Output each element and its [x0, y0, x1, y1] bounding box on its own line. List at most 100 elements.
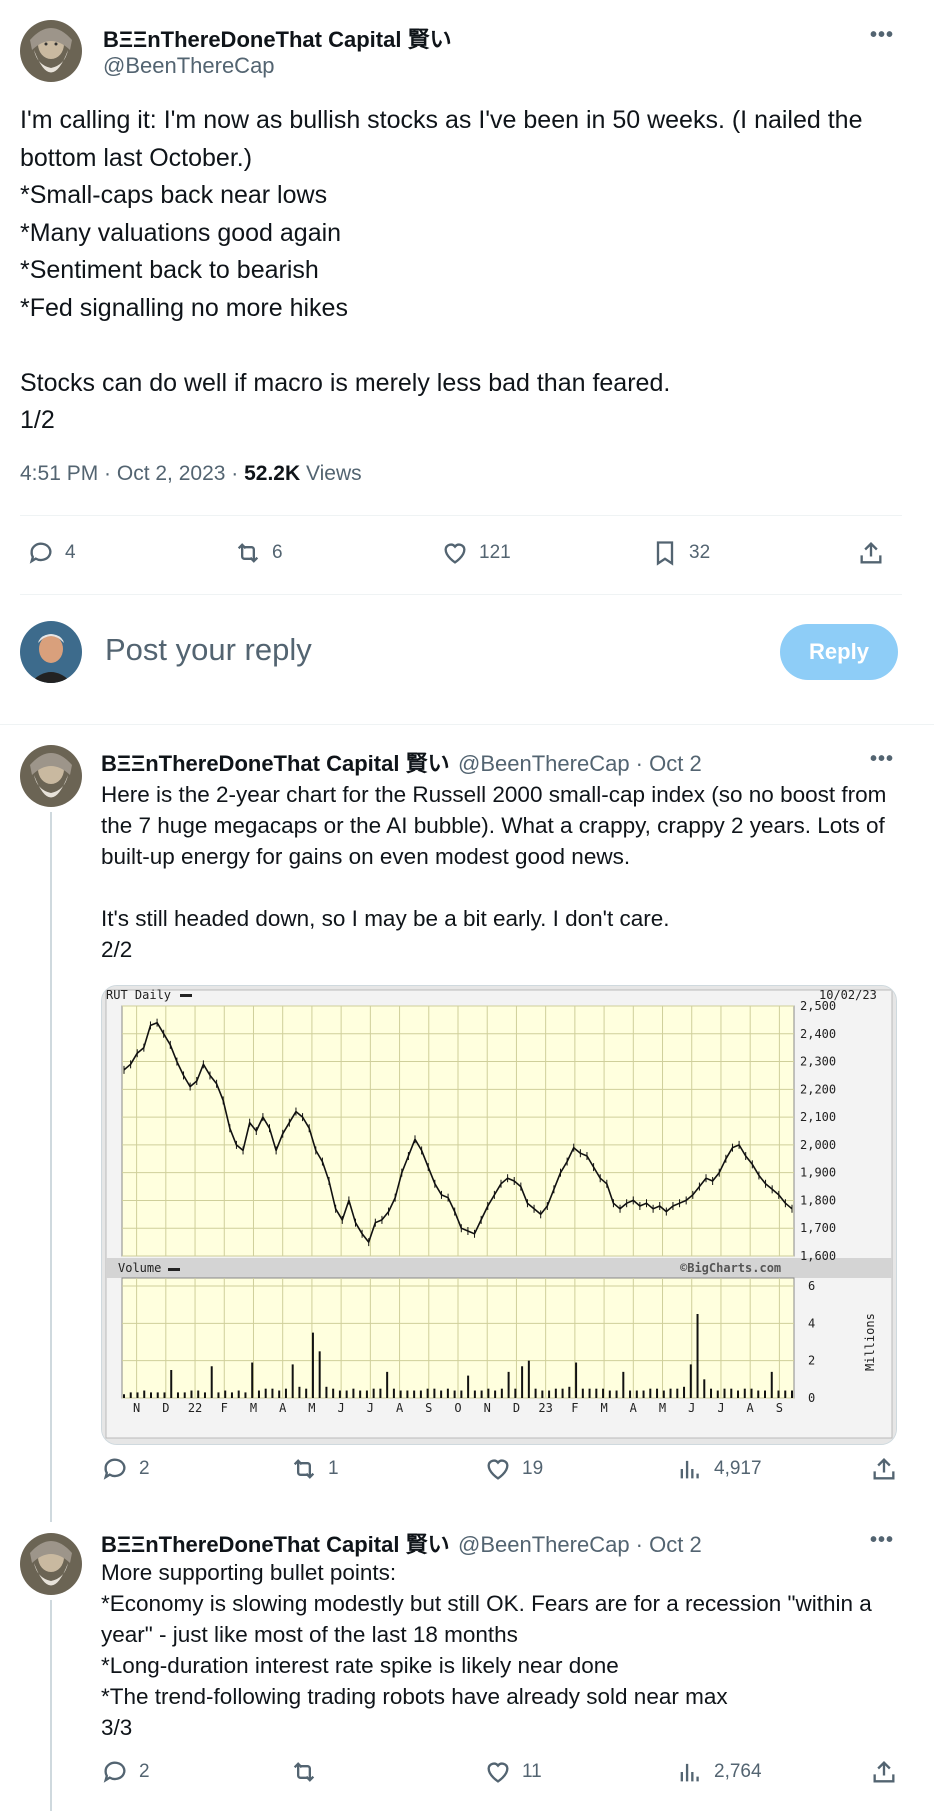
- x-tick-label: D: [513, 1401, 520, 1415]
- heart-icon: [487, 1762, 509, 1783]
- wizard-avatar-image: [20, 745, 82, 807]
- y-tick-label: 2,000: [800, 1138, 836, 1152]
- views-icon: [680, 1460, 699, 1479]
- like-action[interactable]: 19: [484, 1455, 543, 1483]
- x-tick-label: 23: [538, 1401, 552, 1415]
- repost-icon: [293, 1762, 315, 1782]
- more-options-icon[interactable]: •••: [870, 24, 894, 47]
- x-tick-label: F: [571, 1401, 578, 1415]
- y-tick-label: 1,600: [800, 1249, 836, 1263]
- volume-title: Volume: [118, 1261, 161, 1275]
- tweet-timestamp: 4:51 PM · Oct 2, 2023 · 52.2K Views: [20, 462, 362, 486]
- wizard-avatar-image: [20, 20, 82, 82]
- x-tick-label: N: [133, 1401, 140, 1415]
- x-tick-label: J: [367, 1401, 374, 1415]
- divider: [20, 515, 902, 516]
- volume-tick-label: 0: [808, 1391, 815, 1405]
- views-action[interactable]: 2,764: [676, 1758, 762, 1786]
- reply-header: BΞΞnThereDoneThat Capital 賢い @BeenThereC…: [101, 746, 702, 778]
- watermark: ©BigCharts.com: [680, 1261, 781, 1275]
- tweet-time[interactable]: 4:51 PM · Oct 2, 2023 ·: [20, 462, 244, 485]
- share-action[interactable]: [870, 1758, 898, 1786]
- like-count: 19: [522, 1458, 544, 1479]
- bookmark-action[interactable]: 32: [651, 539, 710, 567]
- divider: [20, 594, 902, 595]
- volume-tick-label: 4: [808, 1316, 815, 1330]
- volume-tick-label: 2: [808, 1354, 815, 1368]
- more-options-icon[interactable]: •••: [870, 1529, 894, 1552]
- views-action[interactable]: 4,917: [676, 1455, 762, 1483]
- tweet-text: Here is the 2-year chart for the Russell…: [101, 782, 887, 962]
- author-avatar[interactable]: [20, 745, 82, 807]
- x-tick-label: M: [250, 1401, 257, 1415]
- title-dash: [180, 994, 192, 997]
- heart-icon: [487, 1459, 509, 1480]
- y-tick-label: 2,100: [800, 1110, 836, 1124]
- y-tick-label: 2,500: [800, 999, 836, 1013]
- repost-action[interactable]: [290, 1758, 328, 1786]
- x-tick-label: J: [688, 1401, 695, 1415]
- wizard-avatar-image: [20, 1533, 82, 1595]
- bookmark-count: 32: [689, 542, 711, 563]
- like-action[interactable]: 121: [441, 539, 511, 567]
- x-tick-label: J: [717, 1401, 724, 1415]
- share-icon: [873, 1761, 895, 1783]
- more-options-icon[interactable]: •••: [870, 748, 894, 771]
- reply-action[interactable]: 2: [101, 1455, 150, 1483]
- author-handle-date[interactable]: @BeenThereCap · Oct 2: [458, 1532, 702, 1557]
- x-tick-label: A: [279, 1401, 287, 1415]
- y-tick-label: 2,400: [800, 1027, 836, 1041]
- share-action[interactable]: [870, 1455, 898, 1483]
- x-tick-label: A: [630, 1401, 638, 1415]
- repost-icon: [293, 1459, 315, 1479]
- share-icon: [860, 542, 882, 564]
- volume-dash: [168, 1268, 180, 1271]
- repost-action[interactable]: 6: [234, 539, 283, 567]
- tweet-text: More supporting bullet points: *Economy …: [101, 1560, 872, 1740]
- divider: [0, 724, 934, 725]
- x-tick-label: D: [162, 1401, 169, 1415]
- author-avatar[interactable]: [20, 1533, 82, 1595]
- like-action[interactable]: 11: [484, 1758, 542, 1786]
- x-tick-label: M: [308, 1401, 315, 1415]
- thread-line: [50, 1600, 52, 1811]
- reply-count: 4: [65, 542, 76, 563]
- user-avatar-image: [20, 621, 82, 683]
- x-tick-label: J: [338, 1401, 345, 1415]
- repost-count: 6: [272, 542, 283, 563]
- author-name[interactable]: BΞΞnThereDoneThat Capital 賢い: [103, 22, 452, 54]
- thread-line: [50, 812, 52, 1522]
- x-tick-label: A: [747, 1401, 755, 1415]
- repost-count: 1: [328, 1458, 339, 1479]
- x-tick-label: S: [425, 1401, 432, 1415]
- author-name[interactable]: BΞΞnThereDoneThat Capital 賢い: [101, 751, 450, 776]
- tweet-text: I'm calling it: I'm now as bullish stock…: [20, 106, 863, 434]
- views-count: 52.2K: [244, 462, 301, 485]
- reply-button[interactable]: Reply: [780, 624, 898, 680]
- like-count: 11: [522, 1761, 542, 1782]
- views-icon: [680, 1763, 699, 1782]
- repost-icon: [237, 543, 259, 563]
- bookmark-icon: [656, 541, 674, 566]
- reply-icon: [103, 1761, 126, 1783]
- share-action[interactable]: [857, 539, 885, 567]
- views-label: Views: [300, 462, 362, 485]
- y-tick-label: 2,200: [800, 1082, 836, 1096]
- volume-tick-label: 6: [808, 1279, 815, 1293]
- author-handle-date[interactable]: @BeenThereCap · Oct 2: [458, 751, 702, 776]
- author-avatar[interactable]: [20, 20, 82, 82]
- rut-chart: RUT Daily 10/02/23 Volume ©BigCharts.com…: [102, 986, 896, 1444]
- user-avatar[interactable]: [20, 621, 82, 683]
- reply-action[interactable]: 2: [101, 1758, 150, 1786]
- reply-input[interactable]: Post your reply: [105, 632, 312, 668]
- chart-image[interactable]: RUT Daily 10/02/23 Volume ©BigCharts.com…: [101, 985, 897, 1445]
- author-handle[interactable]: @BeenThereCap: [103, 53, 275, 79]
- repost-action[interactable]: 1: [290, 1455, 339, 1483]
- reply-action[interactable]: 4: [27, 539, 76, 567]
- author-name[interactable]: BΞΞnThereDoneThat Capital 賢い: [101, 1532, 450, 1557]
- reply-icon: [29, 542, 52, 564]
- y-tick-label: 1,700: [800, 1221, 836, 1235]
- y-tick-label: 2,300: [800, 1055, 836, 1069]
- chart-title: RUT Daily: [106, 988, 171, 1002]
- x-tick-label: M: [659, 1401, 666, 1415]
